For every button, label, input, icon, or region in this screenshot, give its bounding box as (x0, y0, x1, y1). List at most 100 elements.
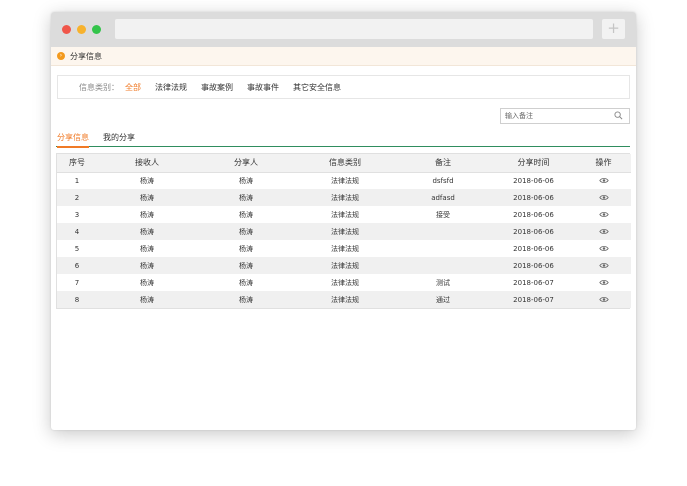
cell-action (576, 206, 631, 223)
search-box (500, 108, 630, 124)
address-bar[interactable] (115, 19, 593, 39)
eye-icon[interactable] (598, 228, 609, 235)
cell-action (576, 223, 631, 240)
cell-action (576, 291, 631, 308)
cell-index: 3 (57, 206, 97, 223)
cell-remark (395, 223, 491, 240)
cell-index: 1 (57, 172, 97, 189)
filter-label: 信息类别： (79, 82, 119, 92)
minimize-window-button[interactable] (77, 25, 86, 34)
cell-sharer: 杨涛 (197, 291, 295, 308)
cell-action (576, 274, 631, 291)
cell-category: 法律法规 (295, 206, 395, 223)
cell-category: 法律法规 (295, 223, 395, 240)
cell-remark: 接受 (395, 206, 491, 223)
eye-icon[interactable] (598, 211, 609, 218)
eye-icon[interactable] (598, 177, 609, 184)
cell-sharer: 杨涛 (197, 257, 295, 274)
page-title: 分享信息 (70, 51, 102, 61)
cell-category: 法律法规 (295, 291, 395, 308)
filter-item-all[interactable]: 全部 (125, 82, 141, 93)
cell-share-time: 2018-06-06 (491, 240, 576, 257)
cell-remark: adfasd (395, 189, 491, 206)
cell-sharer: 杨涛 (197, 172, 295, 189)
search-input[interactable] (501, 109, 609, 123)
table-row: 5 杨涛 杨涛 法律法规 2018-06-06 (57, 240, 631, 257)
cell-receiver: 杨涛 (97, 291, 197, 308)
cell-receiver: 杨涛 (97, 240, 197, 257)
eye-icon[interactable] (598, 296, 609, 303)
cell-share-time: 2018-06-06 (491, 257, 576, 274)
col-header-action: 操作 (576, 154, 631, 173)
table-row: 2 杨涛 杨涛 法律法规 adfasd 2018-06-06 (57, 189, 631, 206)
tab-my-shares[interactable]: 我的分享 (103, 132, 135, 143)
cell-receiver: 杨涛 (97, 172, 197, 189)
eye-icon[interactable] (598, 194, 609, 201)
cell-index: 8 (57, 291, 97, 308)
col-header-category: 信息类别 (295, 154, 395, 173)
cell-action (576, 240, 631, 257)
new-tab-button[interactable]: + (602, 19, 625, 39)
cell-remark: 测试 (395, 274, 491, 291)
cell-receiver: 杨涛 (97, 257, 197, 274)
cell-remark (395, 240, 491, 257)
filter-item-accident-cases[interactable]: 事故案例 (201, 82, 233, 93)
table-header-row: 序号 接收人 分享人 信息类别 备注 分享时间 操作 (57, 154, 631, 173)
table-row: 7 杨涛 杨涛 法律法规 测试 2018-06-07 (57, 274, 631, 291)
cell-index: 6 (57, 257, 97, 274)
col-header-index: 序号 (57, 154, 97, 173)
cell-receiver: 杨涛 (97, 189, 197, 206)
maximize-window-button[interactable] (92, 25, 101, 34)
cell-index: 5 (57, 240, 97, 257)
cell-share-time: 2018-06-06 (491, 189, 576, 206)
cell-index: 2 (57, 189, 97, 206)
filter-item-laws[interactable]: 法律法规 (155, 82, 187, 93)
share-table: 序号 接收人 分享人 信息类别 备注 分享时间 操作 1 杨涛 杨涛 法律法规 dsfs… (56, 153, 631, 309)
cell-share-time: 2018-06-07 (491, 274, 576, 291)
cell-sharer: 杨涛 (197, 189, 295, 206)
col-header-share-time: 分享时间 (491, 154, 576, 173)
eye-icon[interactable] (598, 279, 609, 286)
tab-shared-info[interactable]: 分享信息 (57, 132, 89, 148)
table-row: 1 杨涛 杨涛 法律法规 dsfsfd 2018-06-06 (57, 172, 631, 189)
cell-category: 法律法规 (295, 240, 395, 257)
category-filter: 信息类别： 全部 法律法规 事故案例 事故事件 其它安全信息 (57, 75, 630, 99)
cell-receiver: 杨涛 (97, 206, 197, 223)
cell-index: 7 (57, 274, 97, 291)
cell-remark (395, 257, 491, 274)
cell-share-time: 2018-06-06 (491, 206, 576, 223)
cell-sharer: 杨涛 (197, 274, 295, 291)
cell-sharer: 杨涛 (197, 206, 295, 223)
cell-remark: 通过 (395, 291, 491, 308)
table-row: 6 杨涛 杨涛 法律法规 2018-06-06 (57, 257, 631, 274)
eye-icon[interactable] (598, 262, 609, 269)
search-icon[interactable] (614, 111, 623, 120)
cell-category: 法律法规 (295, 172, 395, 189)
cell-sharer: 杨涛 (197, 240, 295, 257)
breadcrumb: › 分享信息 (51, 47, 636, 66)
cell-category: 法律法规 (295, 274, 395, 291)
filter-item-other-safety[interactable]: 其它安全信息 (293, 82, 341, 93)
col-header-sharer: 分享人 (197, 154, 295, 173)
cell-share-time: 2018-06-06 (491, 172, 576, 189)
table-row: 8 杨涛 杨涛 法律法规 通过 2018-06-07 (57, 291, 631, 308)
eye-icon[interactable] (598, 245, 609, 252)
cell-action (576, 189, 631, 206)
cell-category: 法律法规 (295, 257, 395, 274)
cell-share-time: 2018-06-07 (491, 291, 576, 308)
cell-remark: dsfsfd (395, 172, 491, 189)
col-header-remark: 备注 (395, 154, 491, 173)
tab-bar: 分享信息 我的分享 (56, 130, 630, 148)
chevron-right-icon: › (57, 52, 65, 60)
cell-category: 法律法规 (295, 189, 395, 206)
cell-index: 4 (57, 223, 97, 240)
cell-receiver: 杨涛 (97, 274, 197, 291)
table-row: 4 杨涛 杨涛 法律法规 2018-06-06 (57, 223, 631, 240)
close-window-button[interactable] (62, 25, 71, 34)
cell-action (576, 172, 631, 189)
col-header-receiver: 接收人 (97, 154, 197, 173)
filter-item-accident-events[interactable]: 事故事件 (247, 82, 279, 93)
cell-sharer: 杨涛 (197, 223, 295, 240)
plus-icon: + (607, 19, 620, 37)
cell-receiver: 杨涛 (97, 223, 197, 240)
